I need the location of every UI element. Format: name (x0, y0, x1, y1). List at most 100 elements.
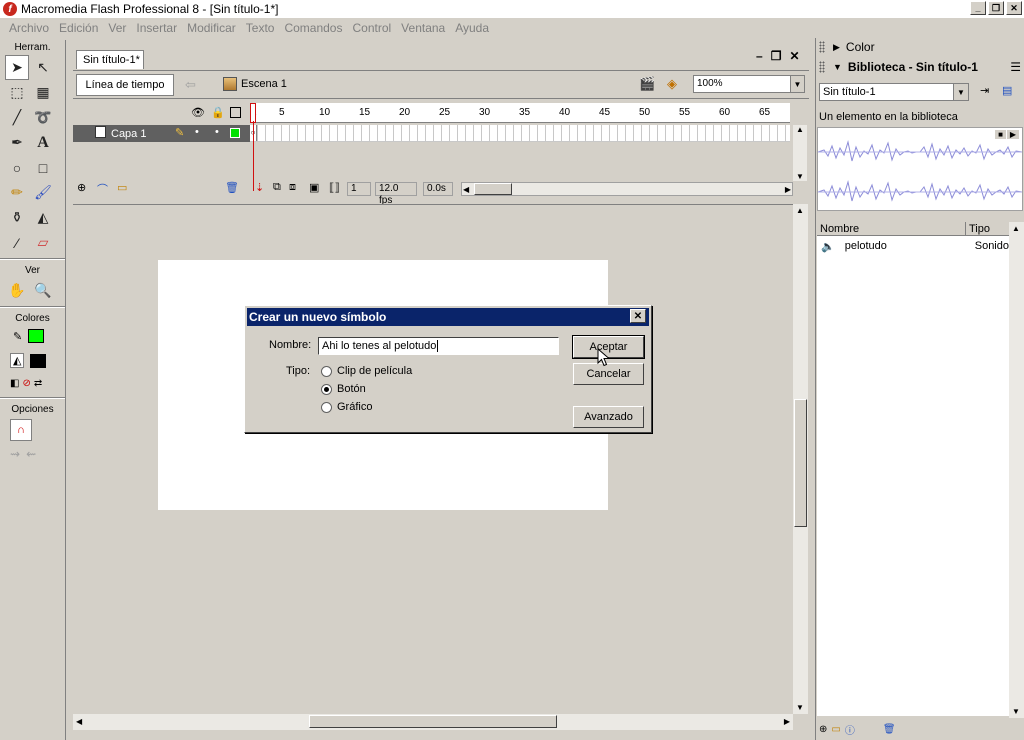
timeline-toggle-button[interactable]: Línea de tiempo (76, 74, 174, 96)
timeline-horizontal-scrollbar[interactable]: ◀ ▶ (461, 182, 793, 196)
chevron-down-icon[interactable]: ▼ (953, 84, 968, 100)
library-vertical-scrollbar[interactable]: ▲ ▼ (1009, 222, 1024, 718)
doc-close-icon[interactable]: ✕ (789, 49, 799, 63)
scroll-right-icon[interactable]: ▶ (785, 185, 791, 194)
collapse-arrow-icon[interactable]: ▼ (833, 62, 842, 72)
selection-tool-icon[interactable]: ➤ (5, 55, 29, 80)
center-frame-icon[interactable]: ⇣ (255, 181, 264, 194)
back-arrow-icon[interactable]: ⇦ (185, 77, 196, 93)
delete-icon[interactable]: 🗑 (883, 724, 896, 735)
col-type-header[interactable]: Tipo (969, 223, 990, 235)
visibility-dot-icon[interactable]: • (195, 126, 199, 138)
doc-restore-icon[interactable]: ❐ (771, 49, 782, 63)
onion-outline-icon[interactable]: ⧈ (289, 181, 296, 194)
col-name-header[interactable]: Nombre (820, 223, 859, 235)
stage-horizontal-thumb[interactable] (309, 715, 557, 728)
advanced-button[interactable]: Avanzado (573, 406, 644, 428)
dialog-close-button[interactable]: ✕ (630, 309, 646, 323)
edit-multiple-frames-icon[interactable]: ▣ (309, 181, 319, 194)
grip-icon[interactable] (819, 61, 825, 73)
black-white-icon[interactable]: ◧ (10, 378, 19, 389)
radio-button[interactable] (321, 365, 332, 377)
paint-bucket-tool-icon[interactable]: ◭ (31, 205, 55, 230)
playhead[interactable] (250, 103, 256, 123)
pen-tool-icon[interactable]: ✒ (5, 130, 29, 155)
library-item[interactable]: 🔈 pelotudo Sonido (817, 238, 1009, 254)
outline-icon[interactable] (230, 107, 241, 118)
close-button[interactable]: ✕ (1006, 1, 1022, 15)
hand-tool-icon[interactable]: ✋ (5, 278, 29, 303)
scroll-down-icon[interactable]: ▼ (1012, 707, 1020, 716)
menu-archivo[interactable]: Archivo (4, 21, 54, 35)
menu-texto[interactable]: Texto (241, 21, 280, 35)
onion-skin-icon[interactable]: ⧉ (273, 181, 281, 194)
timeline-vertical-scrollbar[interactable]: ▲ ▼ (793, 125, 807, 181)
scroll-left-icon[interactable]: ◀ (463, 185, 469, 194)
swap-colors-icon[interactable]: ⇄ (34, 378, 42, 389)
library-panel-header[interactable]: ▼ Biblioteca - Sin título-1 ☰ (816, 58, 1024, 76)
scroll-up-icon[interactable]: ▲ (796, 125, 804, 134)
properties-icon[interactable]: ⓘ (845, 722, 855, 737)
no-color-icon[interactable]: ⊘ (22, 378, 30, 389)
chevron-down-icon[interactable]: ▼ (790, 76, 804, 92)
stop-icon[interactable]: ■ (995, 130, 1006, 139)
scroll-left-icon[interactable]: ◀ (76, 717, 82, 726)
frame-ruler[interactable]: 15101520253035404550556065 (250, 103, 790, 123)
new-symbol-icon[interactable]: ⊕ (819, 724, 827, 735)
free-transform-tool-icon[interactable]: ⬚ (5, 80, 29, 105)
layer-row[interactable]: Capa 1 ✎ • • (73, 125, 250, 142)
scroll-down-icon[interactable]: ▼ (796, 172, 804, 181)
menu-ver[interactable]: Ver (103, 21, 131, 35)
edit-symbols-icon[interactable]: ◈ (667, 76, 687, 94)
oval-tool-icon[interactable]: ○ (5, 155, 29, 180)
menu-modificar[interactable]: Modificar (182, 21, 241, 35)
menu-edicion[interactable]: Edición (54, 21, 103, 35)
fill-color-swatch[interactable] (30, 353, 47, 368)
radio-button[interactable] (321, 383, 332, 395)
options-menu-icon[interactable]: ☰ (1010, 60, 1021, 74)
stage-vertical-thumb[interactable] (794, 399, 807, 527)
lock-dot-icon[interactable]: • (215, 126, 219, 138)
layer-color-icon[interactable] (230, 128, 240, 138)
gradient-transform-tool-icon[interactable]: ▦ (31, 80, 55, 105)
frames-row[interactable]: ○ (250, 125, 790, 142)
eyedropper-tool-icon[interactable]: ⁄ (5, 230, 29, 255)
add-motion-guide-icon[interactable]: ⌒ (97, 181, 108, 197)
zoom-tool-icon[interactable]: 🔍 (31, 278, 55, 303)
timeline-scroll-thumb[interactable] (474, 183, 512, 195)
library-document-select[interactable]: Sin título-1 ▼ (819, 83, 969, 101)
snap-magnet-icon[interactable]: ∩ (10, 419, 32, 441)
pin-library-icon[interactable]: ⇥ (980, 84, 989, 97)
insert-folder-icon[interactable]: ▭ (117, 181, 127, 194)
menu-control[interactable]: Control (347, 21, 396, 35)
stage-vertical-scrollbar[interactable]: ▲ ▼ (793, 204, 808, 714)
ink-bottle-tool-icon[interactable]: ⚱ (5, 205, 29, 230)
radio-button-type[interactable]: Botón (321, 383, 366, 395)
lock-icon[interactable]: 🔒 (211, 106, 225, 119)
play-icon[interactable]: ▶ (1006, 130, 1019, 139)
smooth-icon[interactable]: ⇝ (10, 447, 20, 461)
subselection-tool-icon[interactable]: ↖ (31, 55, 55, 80)
lasso-tool-icon[interactable]: ➰ (31, 105, 55, 130)
zoom-select[interactable]: 100% ▼ (693, 75, 805, 93)
scene-label[interactable]: Escena 1 (241, 78, 287, 90)
insert-layer-icon[interactable]: ⊕ (77, 181, 86, 194)
restore-button[interactable]: ❐ (988, 1, 1004, 15)
new-folder-icon[interactable]: ▭ (831, 724, 840, 735)
scroll-up-icon[interactable]: ▲ (1012, 224, 1020, 233)
modify-markers-icon[interactable]: ⟦⟧ (329, 181, 340, 194)
stage-horizontal-scrollbar[interactable]: ◀ ▶ (73, 714, 793, 730)
brush-tool-icon[interactable]: 🖌 (31, 180, 55, 205)
delete-layer-icon[interactable]: 🗑 (225, 181, 239, 194)
menu-ventana[interactable]: Ventana (396, 21, 450, 35)
pencil-tool-icon[interactable]: ✏ (5, 180, 29, 205)
eye-icon[interactable]: 👁 (191, 106, 205, 119)
radio-movie-clip[interactable]: Clip de película (321, 365, 412, 377)
radio-graphic[interactable]: Gráfico (321, 401, 372, 413)
minimize-button[interactable]: _ (970, 1, 986, 15)
new-library-panel-icon[interactable]: ▤ (1002, 84, 1012, 97)
doc-minimize-icon[interactable]: – (756, 49, 763, 63)
menu-ayuda[interactable]: Ayuda (450, 21, 494, 35)
eraser-tool-icon[interactable]: ▱ (31, 230, 55, 255)
grip-icon[interactable] (819, 41, 825, 53)
